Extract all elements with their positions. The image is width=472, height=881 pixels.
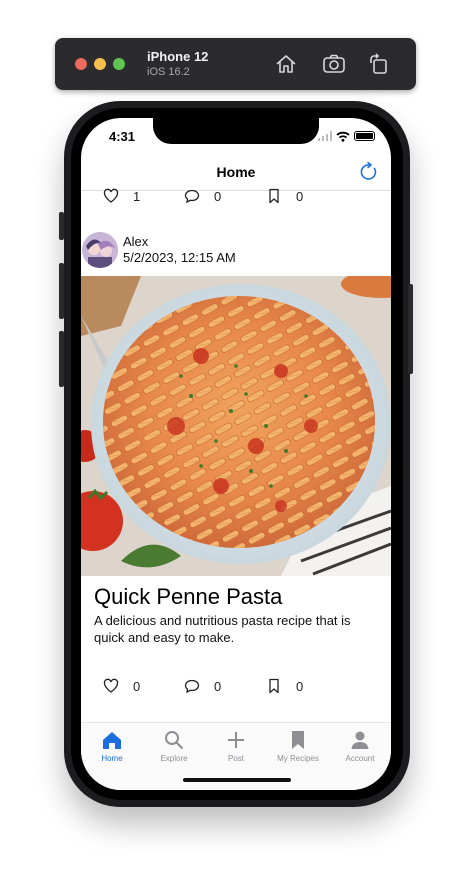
heart-icon bbox=[103, 188, 119, 203]
save-button[interactable]: 0 bbox=[266, 678, 303, 694]
close-window-button[interactable] bbox=[75, 58, 87, 70]
status-icons bbox=[318, 130, 375, 142]
app-screen: 4:31 Home 1 0 0 Alex 5/2/2023, 12:15 AM … bbox=[81, 118, 391, 790]
tab-label: Post bbox=[227, 754, 244, 763]
volume-up-button bbox=[59, 263, 64, 319]
notch bbox=[153, 118, 319, 144]
tab-home[interactable]: Home bbox=[81, 729, 143, 763]
save-button[interactable]: 0 bbox=[266, 188, 303, 204]
like-count: 0 bbox=[133, 678, 141, 694]
os-version: iOS 16.2 bbox=[147, 66, 190, 78]
like-button[interactable]: 0 bbox=[103, 678, 140, 694]
screenshot-camera-icon[interactable] bbox=[321, 51, 347, 77]
home-button-icon[interactable] bbox=[273, 51, 299, 77]
post-description: A delicious and nutritious pasta recipe … bbox=[94, 613, 351, 645]
save-count: 0 bbox=[296, 678, 304, 694]
tab-explore[interactable]: Explore bbox=[143, 729, 205, 763]
volume-down-button bbox=[59, 331, 64, 387]
tab-label: Explore bbox=[160, 754, 188, 763]
person-icon bbox=[351, 731, 369, 749]
tab-label: Account bbox=[345, 754, 375, 763]
heart-icon bbox=[103, 678, 119, 693]
tab-my-recipes[interactable]: My Recipes bbox=[267, 729, 329, 763]
post-timestamp: 5/2/2023, 12:15 AM bbox=[123, 250, 236, 265]
house-icon bbox=[103, 732, 121, 749]
device-name: iPhone 12 bbox=[147, 49, 209, 64]
magnifier-icon bbox=[165, 731, 183, 749]
post-image[interactable] bbox=[81, 276, 391, 576]
tab-post[interactable]: Post bbox=[205, 729, 267, 763]
mute-switch bbox=[59, 212, 64, 240]
refresh-icon[interactable] bbox=[359, 161, 379, 182]
comment-count: 0 bbox=[214, 678, 222, 694]
comment-icon bbox=[184, 679, 200, 694]
power-button bbox=[408, 284, 413, 374]
status-time: 4:31 bbox=[109, 129, 136, 144]
tab-label: My Recipes bbox=[277, 754, 319, 763]
home-indicator bbox=[183, 778, 291, 782]
tab-label: Home bbox=[101, 754, 123, 763]
like-button[interactable]: 1 bbox=[103, 188, 140, 204]
wifi-icon bbox=[336, 131, 350, 142]
tab-account[interactable]: Account bbox=[329, 729, 391, 763]
avatar[interactable] bbox=[82, 232, 118, 268]
bookmark-icon bbox=[269, 678, 279, 694]
comment-button[interactable]: 0 bbox=[184, 678, 221, 694]
minimize-window-button[interactable] bbox=[94, 58, 106, 70]
bookmark-icon bbox=[292, 731, 304, 749]
post-title: Quick Penne Pasta bbox=[94, 584, 283, 609]
zoom-window-button[interactable] bbox=[113, 58, 125, 70]
comment-icon bbox=[184, 189, 200, 204]
plus-icon bbox=[228, 732, 244, 748]
comment-count: 0 bbox=[214, 188, 222, 204]
page-title: Home bbox=[216, 164, 256, 180]
post-actions: 0 0 0 bbox=[81, 678, 391, 698]
like-count: 1 bbox=[133, 188, 141, 204]
cellular-signal-icon bbox=[318, 131, 332, 141]
previous-post-actions: 1 0 0 bbox=[81, 188, 391, 208]
battery-icon bbox=[354, 131, 375, 141]
rotate-device-icon[interactable] bbox=[366, 51, 392, 77]
save-count: 0 bbox=[296, 188, 304, 204]
simulator-toolbar: iPhone 12 iOS 16.2 bbox=[55, 38, 416, 90]
bookmark-icon bbox=[269, 188, 279, 204]
post-author[interactable]: Alex bbox=[123, 234, 148, 249]
comment-button[interactable]: 0 bbox=[184, 188, 221, 204]
